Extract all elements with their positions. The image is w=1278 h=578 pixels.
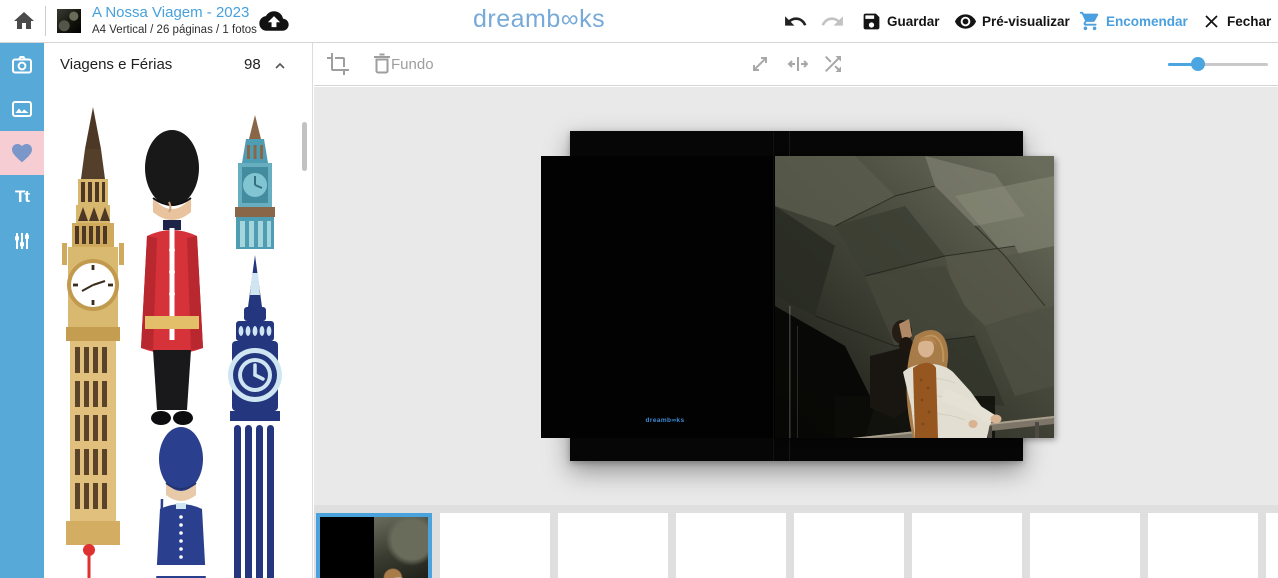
page-thumbnail-cover-selected[interactable] (316, 513, 432, 578)
close-icon (1201, 11, 1222, 32)
design-canvas[interactable]: dreamb∞ks (314, 87, 1278, 505)
clipart-big-ben-blue[interactable] (222, 255, 288, 578)
sidebar-item-backgrounds[interactable] (0, 87, 44, 131)
text-icon: Tt (15, 187, 29, 207)
project-info: A Nossa Viagem - 2023 A4 Vertical / 26 p… (92, 4, 257, 37)
clipart-category-count: 98 (244, 56, 261, 73)
page-thumbnail[interactable] (1266, 513, 1278, 578)
cover-thumb-back (320, 517, 374, 578)
page-thumbnail[interactable] (912, 513, 1022, 578)
preview-label: Pré-visualizar (982, 14, 1070, 29)
page-thumbnail[interactable] (1030, 513, 1140, 578)
sidebar-item-photos[interactable] (0, 43, 44, 87)
cave-photo-art (775, 156, 1054, 438)
undo-button[interactable] (783, 0, 808, 42)
back-cover-black-area[interactable] (541, 156, 790, 438)
order-button[interactable]: Encomendar (1079, 0, 1188, 42)
header-bar: A Nossa Viagem - 2023 A4 Vertical / 26 p… (0, 0, 1278, 43)
home-icon (12, 9, 36, 33)
clipart-panel: Viagens e Férias 98 (44, 43, 313, 578)
heart-icon (10, 141, 34, 165)
project-thumbnail[interactable] (57, 9, 81, 33)
save-button[interactable]: Guardar (861, 0, 940, 42)
shuffle-icon[interactable] (821, 52, 845, 76)
header-divider (45, 6, 46, 36)
clipart-big-ben-teal[interactable] (222, 115, 288, 249)
cover-thumb-photo (374, 517, 428, 578)
page-strip-bar (314, 505, 1278, 578)
tune-icon (10, 229, 34, 253)
clipart-category-title: Viagens e Férias (60, 56, 172, 73)
eye-icon (954, 10, 977, 33)
zoom-slider-thumb[interactable] (1191, 57, 1205, 71)
undo-icon (783, 9, 808, 34)
camera-icon (10, 53, 34, 77)
redo-icon (820, 9, 845, 34)
preview-button[interactable]: Pré-visualizar (954, 0, 1070, 42)
cart-icon (1079, 10, 1101, 32)
clipart-pin-red[interactable] (82, 543, 96, 578)
chevron-up-icon[interactable] (272, 58, 288, 74)
sidebar-item-settings[interactable] (0, 219, 44, 263)
sidebar-item-cliparts[interactable] (0, 131, 44, 175)
background-label: Fundo (391, 56, 434, 73)
save-label: Guardar (887, 14, 940, 29)
cloud-sync-button[interactable] (259, 0, 289, 42)
close-button[interactable]: Fechar (1201, 0, 1271, 42)
crop-icon[interactable] (326, 52, 350, 76)
page-thumbnail[interactable] (558, 513, 668, 578)
canvas-toolbar: Fundo (314, 43, 1278, 86)
cover-photo[interactable] (775, 156, 1054, 438)
app-window: A Nossa Viagem - 2023 A4 Vertical / 26 p… (0, 0, 1278, 578)
sidebar-item-text[interactable]: Tt (0, 175, 44, 219)
back-cover-logo: dreamb∞ks (605, 417, 725, 424)
editor-area: Fundo (314, 43, 1278, 578)
page-thumbnail[interactable] (1148, 513, 1258, 578)
home-button[interactable] (12, 0, 36, 42)
image-icon (10, 97, 34, 121)
page-strip (316, 513, 1278, 578)
zoom-slider[interactable] (1168, 43, 1268, 85)
dreambooks-logo: dreamb∞ks (473, 5, 605, 34)
clipart-big-ben-gold[interactable] (60, 105, 126, 545)
redo-button[interactable] (820, 0, 845, 42)
spine-guide-line (773, 131, 774, 461)
clipart-royal-guard-red[interactable] (133, 128, 212, 428)
order-label: Encomendar (1106, 14, 1188, 29)
swap-horizontal-icon[interactable] (786, 52, 810, 76)
tool-sidebar: Tt (0, 43, 44, 578)
clipart-royal-guard-blue[interactable] (148, 425, 212, 578)
clipart-category-header[interactable]: Viagens e Férias 98 (44, 43, 312, 85)
panel-scrollbar[interactable] (302, 122, 307, 171)
project-meta: A4 Vertical / 26 páginas / 1 fotos (92, 23, 257, 37)
page-thumbnail[interactable] (794, 513, 904, 578)
page-thumbnail[interactable] (676, 513, 786, 578)
save-icon (861, 11, 882, 32)
page-thumbnail[interactable] (440, 513, 550, 578)
expand-diagonal-icon[interactable] (748, 52, 772, 76)
cloud-upload-icon (259, 10, 289, 32)
close-label: Fechar (1227, 14, 1271, 29)
project-title: A Nossa Viagem - 2023 (92, 4, 257, 23)
